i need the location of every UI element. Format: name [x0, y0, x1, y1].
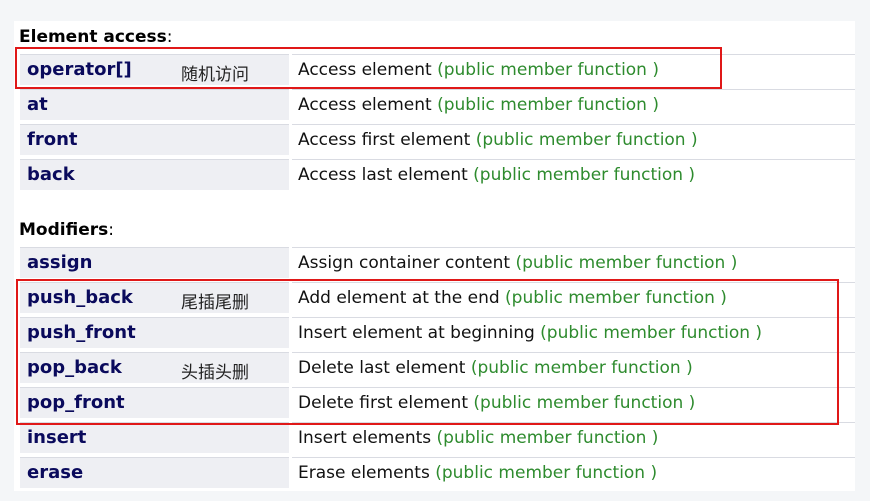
member-link-front[interactable]: front [27, 129, 78, 150]
member-type-tag: (public member function ) [436, 428, 659, 448]
table-row: push_back 尾插尾删 Add element at the end (p… [20, 282, 855, 313]
member-link-pop-back[interactable]: pop_back [27, 357, 122, 378]
member-type-tag: (public member function ) [540, 323, 763, 343]
description-cell: Delete last element (public member funct… [292, 352, 855, 383]
section-title-text: Modifiers [19, 220, 109, 240]
member-link-back[interactable]: back [27, 164, 75, 185]
name-cell: insert [20, 422, 289, 453]
member-link-pop-front[interactable]: pop_front [27, 392, 125, 413]
member-type-tag: (public member function ) [515, 253, 738, 273]
table-row: front Access first element (public membe… [20, 124, 855, 155]
name-cell: front [20, 124, 289, 155]
description-cell: Insert elements (public member function … [292, 422, 855, 453]
description-text: Delete first element (public member func… [298, 393, 696, 413]
member-type-tag: (public member function ) [505, 288, 727, 308]
member-type-tag: (public member function ) [473, 165, 696, 185]
table-row: pop_back 头插头删 Delete last element (publi… [20, 352, 855, 383]
description-cell: Erase elements (public member function ) [292, 457, 855, 488]
description-text: Assign container content (public member … [298, 253, 738, 273]
table-row: back Access last element (public member … [20, 159, 855, 190]
name-cell: push_front [20, 317, 289, 348]
member-link-operator-bracket[interactable]: operator[] [27, 59, 132, 80]
description-text: Delete last element (public member funct… [298, 358, 693, 378]
description-text: Access element (public member function ) [298, 95, 659, 115]
description-text: Insert element at beginning (public memb… [298, 323, 763, 343]
description-cell: Delete first element (public member func… [292, 387, 855, 418]
name-cell: back [20, 159, 289, 190]
name-cell: pop_back 头插头删 [20, 352, 289, 383]
description-cell: Insert element at beginning (public memb… [292, 317, 855, 348]
member-type-tag: (public member function ) [437, 60, 659, 80]
description-cell: Access element (public member function ) [292, 54, 855, 85]
annotation-note: 随机访问 [181, 65, 249, 85]
name-cell: pop_front [20, 387, 289, 418]
member-type-tag: (public member function ) [435, 463, 658, 483]
description-cell: Add element at the end (public member fu… [292, 282, 855, 313]
member-link-assign[interactable]: assign [27, 252, 92, 273]
description-cell: Access element (public member function ) [292, 89, 855, 120]
section-title-modifiers: Modifiers: [19, 220, 114, 240]
description-text: Add element at the end (public member fu… [298, 288, 727, 308]
table-row: erase Erase elements (public member func… [20, 457, 855, 488]
member-link-push-back[interactable]: push_back [27, 287, 133, 308]
table-row: pop_front Delete first element (public m… [20, 387, 855, 418]
name-cell: at [20, 89, 289, 120]
member-link-insert[interactable]: insert [27, 427, 86, 448]
member-type-tag: (public member function ) [473, 393, 696, 413]
reference-panel: Element access: operator[] 随机访问 Access e… [14, 21, 855, 491]
table-row: push_front Insert element at beginning (… [20, 317, 855, 348]
description-text: Erase elements (public member function ) [298, 463, 658, 483]
description-text: Insert elements (public member function … [298, 428, 659, 448]
description-text: Access last element (public member funct… [298, 165, 696, 185]
description-cell: Access first element (public member func… [292, 124, 855, 155]
description-text: Access first element (public member func… [298, 130, 698, 150]
member-type-tag: (public member function ) [437, 95, 659, 115]
table-row: operator[] 随机访问 Access element (public m… [20, 54, 855, 85]
member-link-push-front[interactable]: push_front [27, 322, 136, 343]
description-cell: Assign container content (public member … [292, 247, 855, 278]
name-cell: operator[] 随机访问 [20, 54, 289, 85]
annotation-note: 尾插尾删 [181, 293, 249, 313]
table-row: assign Assign container content (public … [20, 247, 855, 278]
name-cell: push_back 尾插尾删 [20, 282, 289, 313]
name-cell: assign [20, 247, 289, 278]
table-row: insert Insert elements (public member fu… [20, 422, 855, 453]
section-title-element-access: Element access: [19, 27, 173, 47]
member-type-tag: (public member function ) [475, 130, 698, 150]
member-link-at[interactable]: at [27, 94, 48, 115]
section-title-text: Element access [19, 27, 167, 47]
name-cell: erase [20, 457, 289, 488]
table-row: at Access element (public member functio… [20, 89, 855, 120]
annotation-note: 头插头删 [181, 363, 249, 383]
member-type-tag: (public member function ) [470, 358, 693, 378]
description-text: Access element (public member function ) [298, 60, 659, 80]
description-cell: Access last element (public member funct… [292, 159, 855, 190]
member-link-erase[interactable]: erase [27, 462, 83, 483]
